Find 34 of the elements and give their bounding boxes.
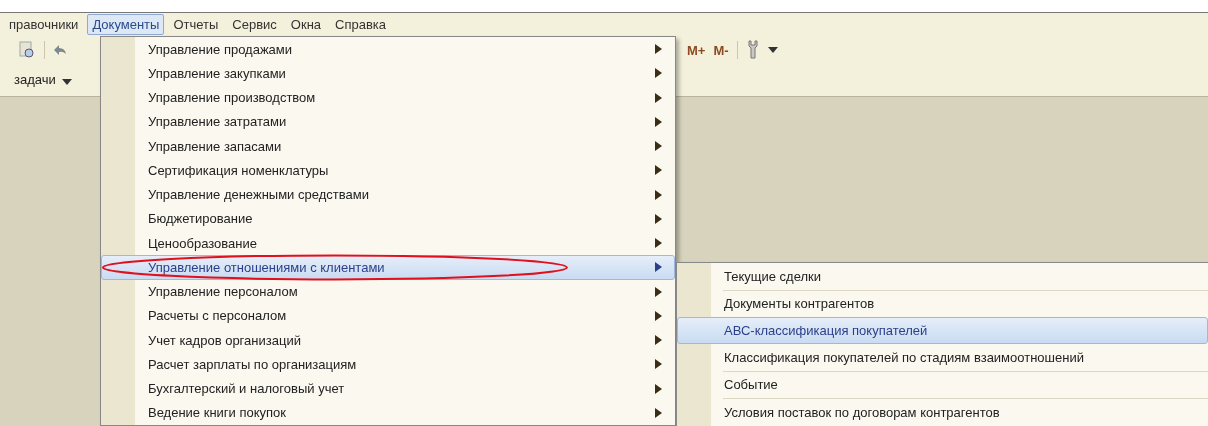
menu-item[interactable]: АВС-классификация покупателей [677,317,1208,344]
menu-item[interactable]: Ценообразование [101,231,675,256]
menu-item[interactable]: Сервис [227,14,282,35]
menu-item[interactable]: Расчеты с персоналом [101,303,675,328]
menu-item[interactable]: Управление затратами [101,109,675,134]
menu-item[interactable]: Управление продажами [101,37,675,62]
menu-item[interactable]: Событие [677,371,1208,399]
menu-item[interactable]: Ведение книги покупок [101,400,675,425]
dropdown-caret-icon[interactable] [767,47,778,53]
menu-item[interactable]: Условия поставок по договорам контрагентов [677,399,1208,426]
menu-item[interactable]: Справка [330,14,392,35]
memory-button[interactable]: M- [713,42,729,58]
undo-icon[interactable] [53,44,67,56]
menu-item[interactable]: Окна [285,14,327,35]
memory-button[interactable]: M+ [687,42,706,58]
wrench-icon[interactable] [745,40,760,60]
menu-item[interactable]: Управление производством [101,85,675,110]
menu-item[interactable]: Документы контрагентов [677,290,1208,318]
menu-item[interactable]: Учет кадров организаций [101,328,675,353]
document-search-icon[interactable] [18,41,36,59]
menu-item[interactable]: Управление денежными средствами [101,182,675,207]
menu-item[interactable]: правочники [4,14,84,35]
task-label[interactable]: задачи [14,71,56,87]
menu-item[interactable]: Документы [87,14,165,35]
menu-item[interactable]: Бухгалтерский и налоговый учет [101,376,675,401]
menu-item[interactable]: Управление запасами [101,134,675,159]
menu-item[interactable]: Текущие сделки [677,263,1208,290]
menu-item[interactable]: Бюджетирование [101,206,675,231]
menu-item[interactable]: Отчеты [168,14,224,35]
menu-item[interactable]: Расчет зарплаты по организациям [101,352,675,377]
menu-item[interactable]: Сертификация номенклатуры [101,158,675,183]
menu-item[interactable]: Классификация покупателей по стадиям взаимоотношений [677,344,1208,371]
menu-item[interactable]: Управление персоналом [101,279,675,304]
menu-item[interactable]: Управление закупками [101,61,675,86]
